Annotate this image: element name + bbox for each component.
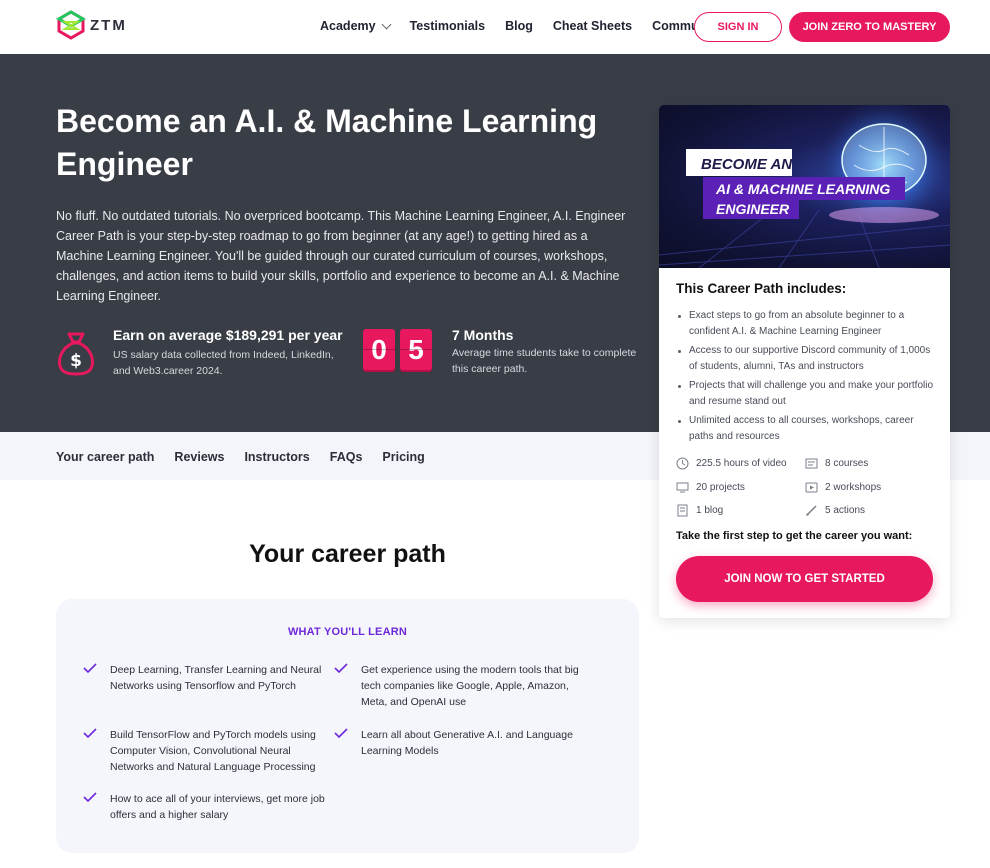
salary-subtitle: US salary data collected from Indeed, Li… [113,349,334,377]
banner-line-1: BECOME AN [701,156,793,173]
nav-links: Academy Testimonials Blog Cheat Sheets C… [320,19,741,33]
salary-title: Earn on average $189,291 per year [113,327,343,343]
feature-blog: 1 blog [676,504,723,517]
feature-workshops-label: 2 workshops [825,482,882,493]
learn-item: How to ace all of your interviews, get m… [110,793,325,821]
tab-your-career-path[interactable]: Your career path [56,450,154,464]
feature-courses: 8 courses [805,457,868,470]
tab-faqs[interactable]: FAQs [330,450,363,464]
feature-actions-label: 5 actions [825,505,866,516]
document-icon [677,504,688,517]
check-icon [83,792,97,802]
tab-pricing[interactable]: Pricing [382,450,424,464]
learn-item: Learn all about Generative A.I. and Lang… [361,729,573,757]
check-icon [83,728,97,738]
feature-projects: 20 projects [676,481,745,494]
nav-link-testimonials[interactable]: Testimonials [410,19,485,33]
list-item: Exact steps to go from an absolute begin… [676,308,938,340]
check-icon [334,663,348,673]
banner-line-2: AI & MACHINE LEARNING [715,181,890,197]
what-you-learn-box: WHAT YOU'LL LEARN Deep Learning, Transfe… [56,599,639,853]
hero-description: No fluff. No outdated tutorials. No over… [56,209,626,303]
feature-video-label: 225.5 hours of video [696,458,787,469]
months-title: 7 Months [452,327,514,343]
career-path-card: BECOME AN AI & MACHINE LEARNING ENGINEER… [659,105,950,618]
join-now-button[interactable]: JOIN NOW TO GET STARTED [676,556,933,602]
banner-line-3: ENGINEER [716,201,790,217]
logo-text: ZTM [90,16,127,34]
nav-link-blog[interactable]: Blog [505,19,533,33]
months-digit-ones: 5 [400,329,432,370]
ztm-logo-icon [56,10,86,40]
feature-video: 225.5 hours of video [676,457,787,470]
feature-projects-label: 20 projects [696,482,745,493]
monitor-icon [676,482,689,493]
career-path-heading: Your career path [249,540,446,568]
money-bag-icon: $ [58,332,94,376]
join-button[interactable]: JOIN ZERO TO MASTERY [789,12,950,42]
list-item: Access to our supportive Discord communi… [676,343,938,375]
nav-link-label: Academy [320,19,376,33]
feature-blog-label: 1 blog [696,505,724,516]
ztm-logo[interactable]: ZTM [56,10,127,40]
career-banner-image: BECOME AN AI & MACHINE LEARNING ENGINEER [659,105,950,268]
card-cta-text: Take the first step to get the career yo… [676,530,913,542]
feature-workshops: 2 workshops [805,481,881,494]
feature-actions: 5 actions [805,504,865,517]
months-digit-tens: 0 [363,329,395,370]
learn-item: Deep Learning, Transfer Learning and Neu… [110,664,322,692]
brain-illustration: BECOME AN AI & MACHINE LEARNING ENGINEER [659,105,950,268]
check-icon [334,728,348,738]
pencil-icon [806,505,817,516]
months-subtitle: Average time students take to complete t… [452,347,637,375]
page-title: Become an A.I. & Machine Learning Engine… [56,103,598,182]
what-you-learn-heading: WHAT YOU'LL LEARN [287,626,408,638]
chevron-down-icon [381,19,392,29]
check-icon [83,663,97,673]
list-item: Unlimited access to all courses, worksho… [676,413,938,445]
learn-item: Get experience using the modern tools th… [361,664,579,708]
top-navigation: ZTM Academy Testimonials Blog Cheat Shee… [0,0,990,54]
feature-courses-label: 8 courses [825,458,869,469]
clock-icon [676,457,689,470]
courses-icon [805,458,818,469]
card-title: This Career Path includes: [676,281,847,296]
learn-item: Build TensorFlow and PyTorch models usin… [110,729,316,773]
nav-link-academy[interactable]: Academy [320,19,392,33]
nav-link-cheat-sheets[interactable]: Cheat Sheets [553,19,632,33]
tab-instructors[interactable]: Instructors [244,450,309,464]
tab-reviews[interactable]: Reviews [174,450,224,464]
play-icon [805,482,818,493]
list-item: Projects that will challenge you and mak… [676,378,938,410]
svg-text:$: $ [70,351,82,371]
includes-list: Exact steps to go from an absolute begin… [676,308,938,448]
sign-in-button[interactable]: SIGN IN [694,12,782,42]
